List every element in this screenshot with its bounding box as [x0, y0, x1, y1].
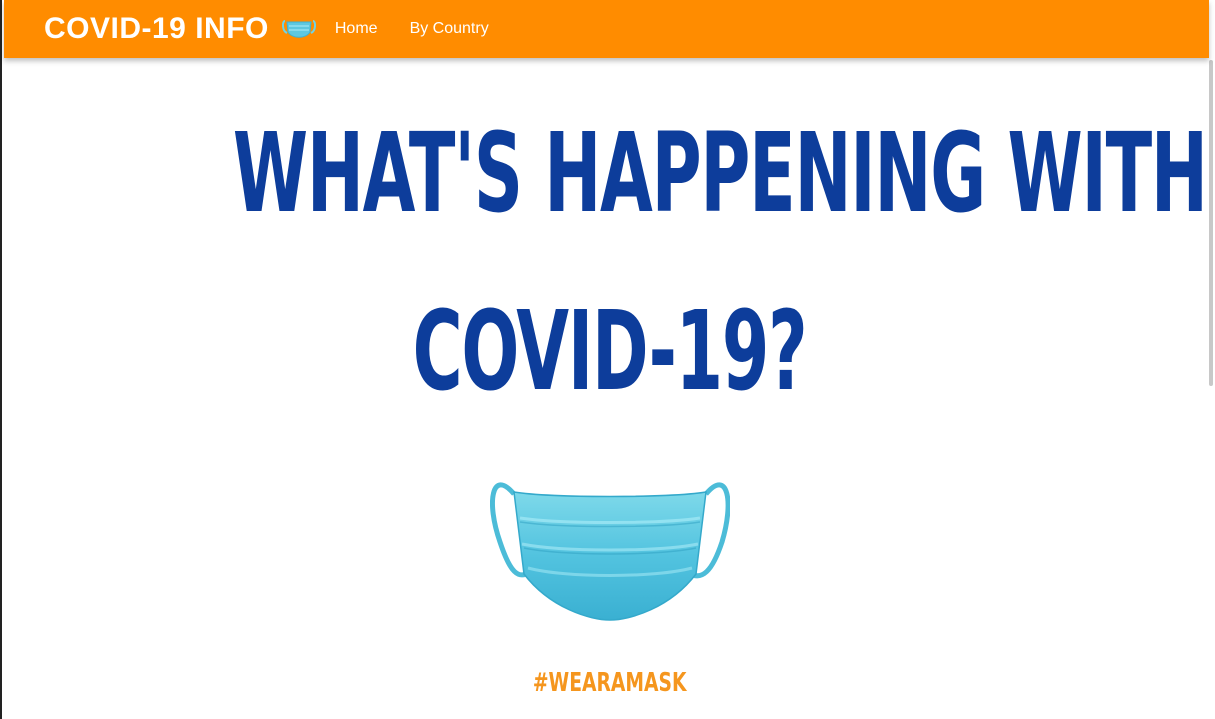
top-navbar: COVID-19 INFO Home By Country [4, 0, 1209, 58]
brand-title: COVID-19 INFO [44, 12, 269, 45]
surgical-mask-image [490, 482, 730, 621]
face-mask-icon [281, 20, 316, 38]
nav-link-by-country[interactable]: By Country [402, 20, 497, 38]
hero-title: What's happening with COVID-19? [2, 84, 1215, 440]
hero-title-line-1: What's happening with [232, 109, 1208, 237]
browser-window: COVID-19 INFO Home By Country What's hap… [0, 0, 1215, 719]
hashtag-wear-a-mask: #WEARAMASK [532, 668, 687, 698]
hero-title-line-2: COVID-19? [412, 287, 808, 415]
nav-link-home[interactable]: Home [327, 20, 386, 38]
brand-link[interactable]: COVID-19 INFO [44, 12, 317, 46]
